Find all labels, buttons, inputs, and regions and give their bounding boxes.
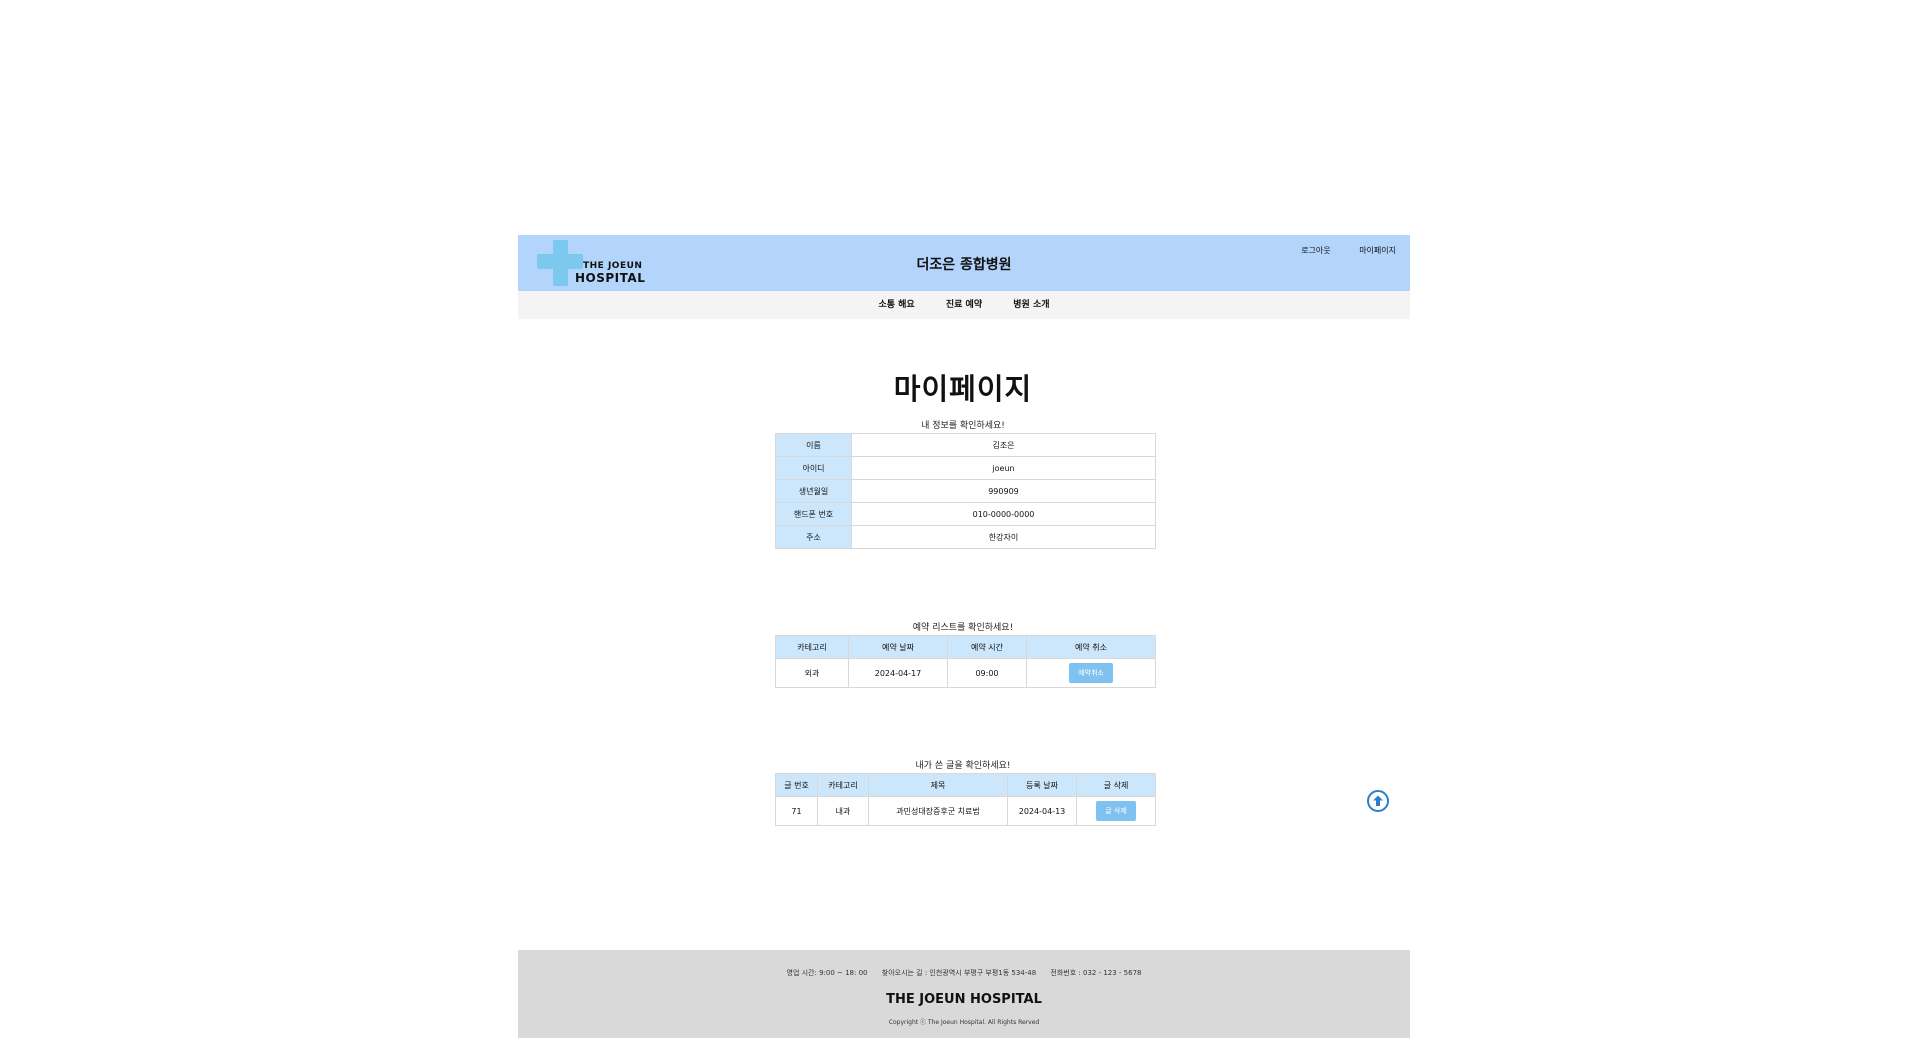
info-label: 이름 [775, 433, 852, 457]
footer-phone: 전화번호 : 032 - 123 - 5678 [1050, 969, 1142, 977]
info-value: 010-0000-0000 [851, 502, 1156, 526]
footer-copyright: Copyright ⓒ The Joeun Hospital. All Righ… [888, 1019, 1040, 1026]
table-row: 이름 김조은 [775, 433, 1156, 457]
post-number: 71 [775, 796, 818, 826]
posts-caption: 내가 쓴 글을 확인하세요! [915, 761, 1011, 771]
info-label: 핸드폰 번호 [775, 502, 852, 526]
reservation-date: 2024-04-17 [848, 658, 948, 688]
user-info-table: 이름 김조은 아이디 joeun 생년월일 990909 핸드폰 번호 010-… [775, 433, 1156, 549]
site-header: THE JOEUN HOSPITAL 더조은 종합병원 로그아웃 마이페이지 [518, 235, 1410, 291]
post-category: 내과 [817, 796, 869, 826]
info-label: 생년월일 [775, 479, 852, 503]
table-row: 생년월일 990909 [775, 479, 1156, 503]
site-title: 더조은 종합병원 [916, 257, 1012, 273]
footer-brand: THE JOEUN HOSPITAL [886, 992, 1042, 1007]
reservation-caption: 예약 리스트를 확인하세요! [912, 623, 1014, 633]
column-header: 예약 시간 [947, 635, 1027, 659]
column-header: 글 번호 [775, 773, 818, 797]
info-label: 주소 [775, 525, 852, 549]
column-header: 카테고리 [817, 773, 869, 797]
info-value: joeun [851, 456, 1156, 480]
footer-address: 찾아오시는 길 : 인천광역시 부평구 부평1동 534-48 [881, 969, 1037, 977]
site-header-wrap: THE JOEUN HOSPITAL 더조은 종합병원 로그아웃 마이페이지 소… [518, 235, 1410, 319]
site-footer: 영업 시간: 9:00 ~ 18: 00 찾아오시는 길 : 인천광역시 부평구… [518, 950, 1410, 1038]
delete-post-button[interactable]: 글 삭제 [1096, 801, 1136, 821]
table-row: 71 내과 과민성대장증후군 치료법 2024-04-13 글 삭제 [775, 796, 1156, 826]
table-row: 핸드폰 번호 010-0000-0000 [775, 502, 1156, 526]
posts-table: 글 번호 카테고리 제목 등록 날짜 글 삭제 71 내과 과민성대장증후군 치… [775, 773, 1156, 826]
reservation-time: 09:00 [947, 658, 1027, 688]
reservation-table: 카테고리 예약 날짜 예약 시간 예약 취소 외과 2024-04-17 09:… [775, 635, 1156, 688]
cancel-reservation-button[interactable]: 예약취소 [1069, 663, 1113, 683]
post-date: 2024-04-13 [1007, 796, 1077, 826]
info-caption: 내 정보를 확인하세요! [921, 421, 1005, 431]
footer-info: 영업 시간: 9:00 ~ 18: 00 찾아오시는 길 : 인천광역시 부평구… [518, 968, 1410, 978]
post-title[interactable]: 과민성대장증후군 치료법 [868, 796, 1008, 826]
column-header: 글 삭제 [1076, 773, 1156, 797]
column-header: 카테고리 [775, 635, 849, 659]
nav-item-community[interactable]: 소통 해요 [878, 300, 914, 310]
info-value: 김조은 [851, 433, 1156, 457]
info-label: 아이디 [775, 456, 852, 480]
column-header: 예약 날짜 [848, 635, 948, 659]
table-header-row: 글 번호 카테고리 제목 등록 날짜 글 삭제 [775, 773, 1156, 797]
arrow-up-circle-icon [1373, 795, 1383, 806]
column-header: 등록 날짜 [1007, 773, 1077, 797]
nav-item-about[interactable]: 병원 소개 [1013, 300, 1049, 310]
main-nav: 소통 해요 진료 예약 병원 소개 [518, 291, 1410, 319]
table-row: 외과 2024-04-17 09:00 예약취소 [775, 658, 1156, 688]
reservation-action-cell: 예약취소 [1026, 658, 1156, 688]
reservation-category: 외과 [775, 658, 849, 688]
column-header: 예약 취소 [1026, 635, 1156, 659]
table-header-row: 카테고리 예약 날짜 예약 시간 예약 취소 [775, 635, 1156, 659]
page-title: 마이페이지 [893, 372, 1033, 406]
mypage-link[interactable]: 마이페이지 [1359, 246, 1396, 255]
logout-link[interactable]: 로그아웃 [1301, 246, 1330, 255]
info-value: 한강자이 [851, 525, 1156, 549]
post-action-cell: 글 삭제 [1076, 796, 1156, 826]
top-links: 로그아웃 마이페이지 [1275, 245, 1396, 256]
column-header: 제목 [868, 773, 1008, 797]
table-row: 주소 한강자이 [775, 525, 1156, 549]
nav-item-reservation[interactable]: 진료 예약 [946, 300, 982, 310]
table-row: 아이디 joeun [775, 456, 1156, 480]
info-value: 990909 [851, 479, 1156, 503]
footer-hours: 영업 시간: 9:00 ~ 18: 00 [786, 969, 868, 977]
scroll-top-button[interactable] [1367, 790, 1389, 812]
